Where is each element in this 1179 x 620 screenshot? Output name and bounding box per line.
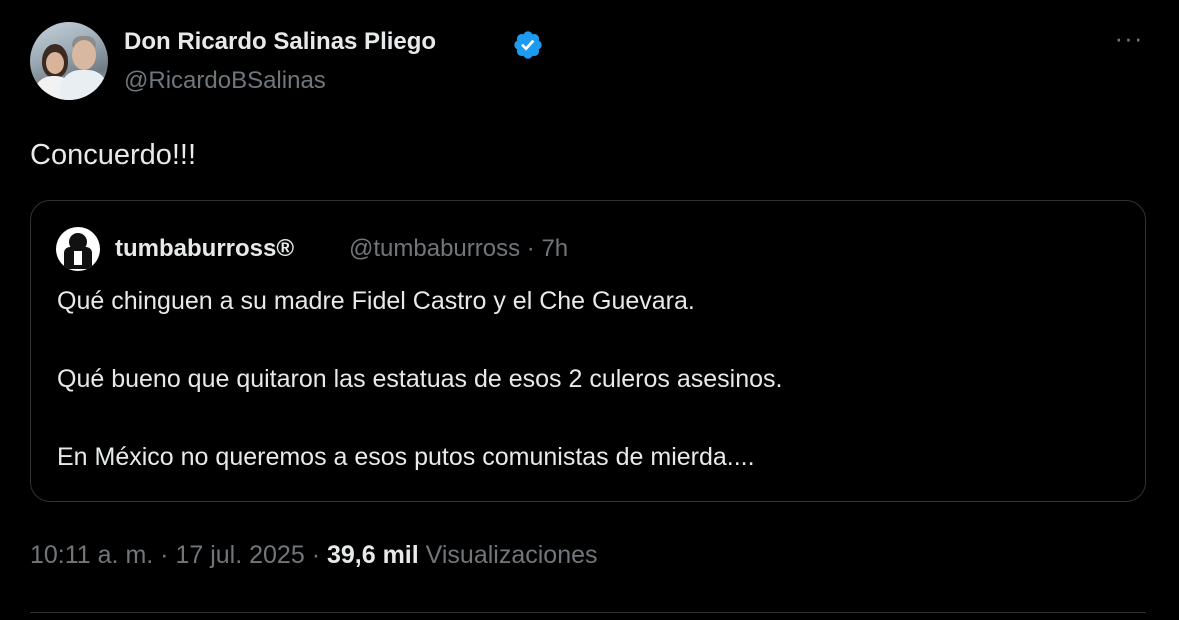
author-display-name[interactable]: Don Ricardo Salinas Pliego [124, 28, 436, 56]
tweet-footer: 10:11 a. m. · 17 jul. 2025 · 39,6 mil Vi… [30, 541, 598, 570]
author-avatar[interactable] [30, 22, 108, 100]
quoted-time[interactable]: 7h [541, 235, 568, 262]
quoted-author-avatar[interactable] [56, 227, 100, 271]
tweet-text: Concuerdo!!! [30, 139, 197, 171]
author-handle[interactable]: @RicardoBSalinas [124, 67, 326, 95]
quoted-meta: @tumbaburross · 7h [349, 235, 568, 263]
tweet-time[interactable]: 10:11 a. m. [30, 541, 153, 569]
quoted-line-2: Qué bueno que quitaron las estatuas de e… [57, 365, 783, 393]
more-options-icon[interactable]: ··· [1112, 25, 1146, 54]
quoted-line-1: Qué chinguen a su madre Fidel Castro y e… [57, 287, 695, 315]
views-label[interactable]: Visualizaciones [426, 541, 598, 569]
verified-badge-icon[interactable] [512, 29, 544, 61]
footer-separator-2: · [311, 541, 321, 569]
footer-separator-1: · [160, 541, 169, 569]
avatar-person2-shirt [60, 70, 108, 100]
quoted-tweet-card[interactable]: tumbaburross® @tumbaburross · 7h Qué chi… [30, 200, 1146, 502]
views-count[interactable]: 39,6 mil [327, 541, 419, 569]
quoted-avatar-tie [74, 251, 82, 265]
avatar-person2-face [72, 40, 96, 70]
quoted-display-name[interactable]: tumbaburross® [115, 235, 294, 263]
quoted-separator: · [526, 235, 535, 262]
quoted-line-3: En México no queremos a esos putos comun… [57, 443, 755, 471]
quoted-handle[interactable]: @tumbaburross [349, 235, 520, 262]
divider [30, 612, 1146, 613]
tweet-date[interactable]: 17 jul. 2025 [175, 541, 304, 569]
avatar-person-face [46, 52, 64, 74]
